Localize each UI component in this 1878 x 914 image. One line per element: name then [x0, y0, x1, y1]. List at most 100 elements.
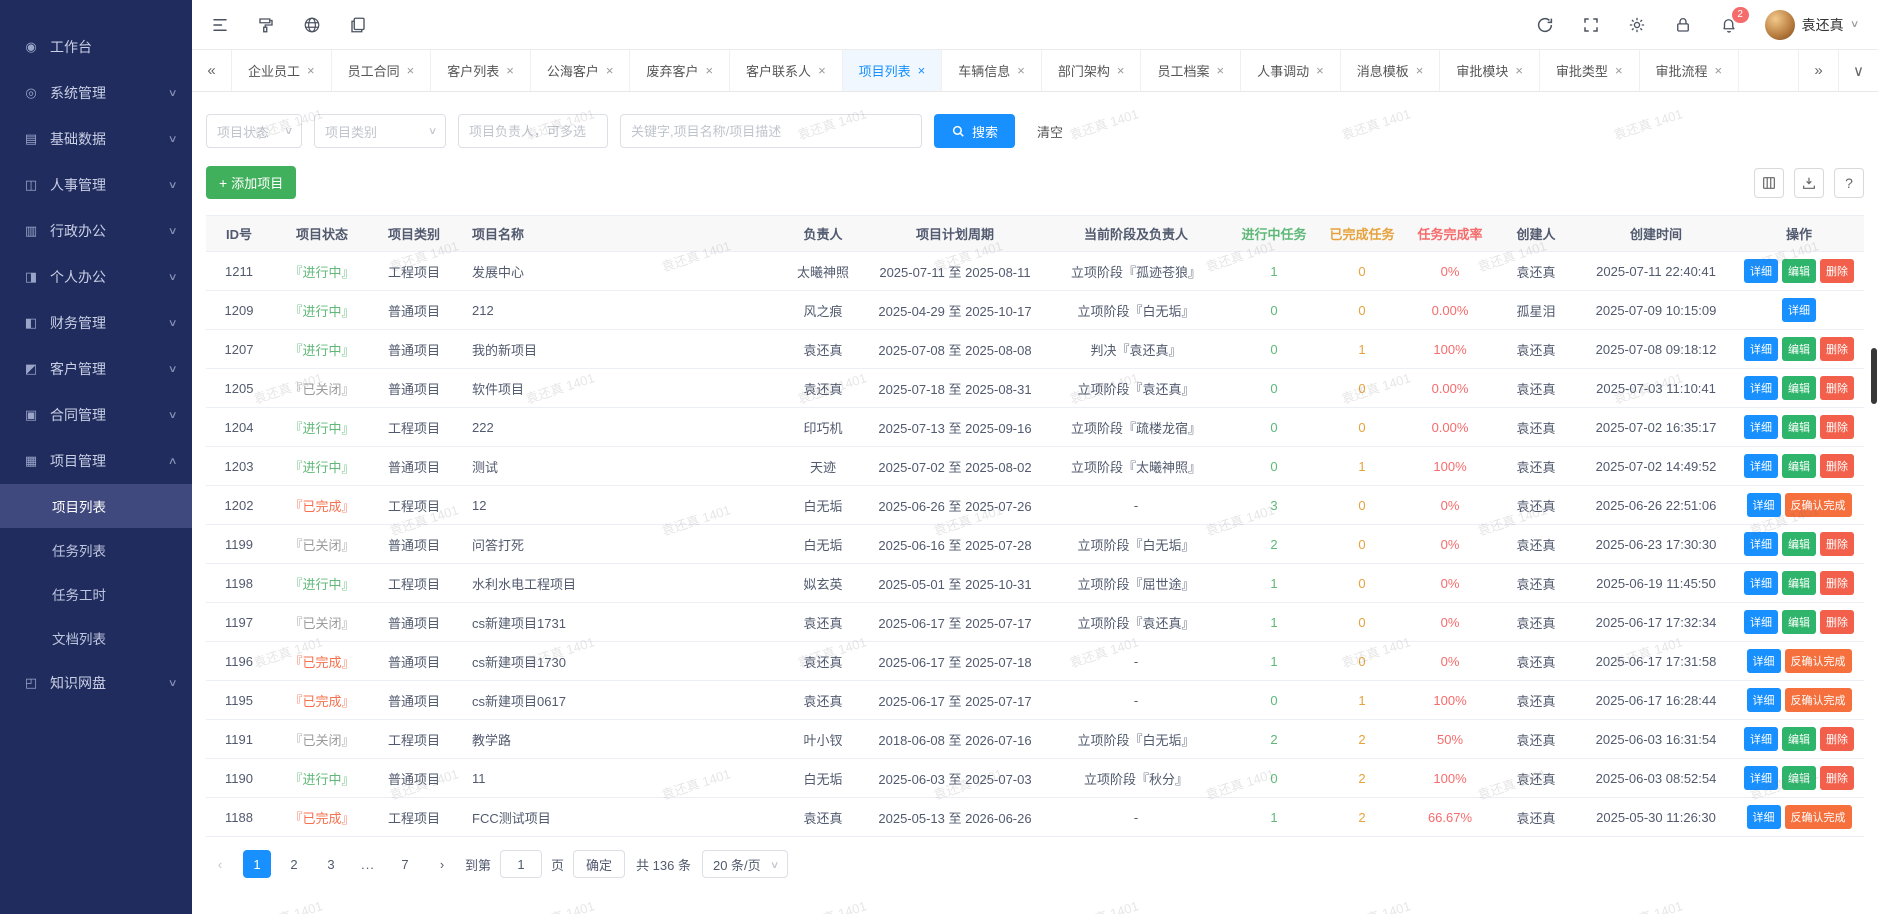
keyword-input[interactable] [620, 114, 922, 148]
action-button[interactable]: 详细 [1744, 727, 1778, 751]
action-button[interactable]: 详细 [1744, 571, 1778, 595]
tabs-scroll-right-icon[interactable]: » [1798, 50, 1838, 91]
sidebar-item[interactable]: ◎ 系统管理 ∨ [0, 70, 192, 116]
column-header[interactable]: 任务完成率 [1406, 216, 1494, 252]
tab-close-icon[interactable]: × [1017, 63, 1025, 78]
tab[interactable]: 审批模块 × [1440, 50, 1540, 91]
tab[interactable]: 废弃客户 × [630, 50, 730, 91]
sidebar-item[interactable]: ◉ 工作台 [0, 24, 192, 70]
tab-close-icon[interactable]: × [918, 63, 926, 78]
tab[interactable]: 消息模板 × [1341, 50, 1441, 91]
action-button[interactable]: 编辑 [1782, 376, 1816, 400]
action-button[interactable]: 详细 [1744, 766, 1778, 790]
help-icon[interactable]: ? [1834, 168, 1864, 198]
action-button[interactable]: 详细 [1744, 259, 1778, 283]
action-button[interactable]: 详细 [1744, 376, 1778, 400]
page-button[interactable]: 3 [317, 850, 345, 878]
tab[interactable]: 人事调动 × [1241, 50, 1341, 91]
action-button[interactable]: 删除 [1820, 766, 1854, 790]
action-button[interactable]: 删除 [1820, 610, 1854, 634]
action-button[interactable]: 删除 [1820, 376, 1854, 400]
tab[interactable]: 部门架构 × [1042, 50, 1142, 91]
action-button[interactable]: 反确认完成 [1785, 493, 1852, 517]
sidebar-item[interactable]: 文档列表 [0, 616, 192, 660]
language-globe-icon[interactable] [302, 15, 322, 35]
project-category-select[interactable]: 项目类别 ∨ [314, 114, 446, 148]
tab-close-icon[interactable]: × [1615, 63, 1623, 78]
column-header[interactable]: 负责人 [778, 216, 868, 252]
sidebar-item[interactable]: ◧ 财务管理 ∨ [0, 300, 192, 346]
tab[interactable]: 项目列表 × [843, 50, 943, 91]
action-button[interactable]: 详细 [1744, 337, 1778, 361]
sidebar-item[interactable]: ◨ 个人办公 ∨ [0, 254, 192, 300]
vertical-scrollbar[interactable] [1870, 0, 1878, 914]
project-status-select[interactable]: 项目状态 ∨ [206, 114, 302, 148]
sidebar-item[interactable]: ◩ 客户管理 ∨ [0, 346, 192, 392]
tab-close-icon[interactable]: × [407, 63, 415, 78]
tab[interactable]: 车辆信息 × [942, 50, 1042, 91]
sidebar-item[interactable]: 任务列表 [0, 528, 192, 572]
action-button[interactable]: 编辑 [1782, 727, 1816, 751]
tab[interactable]: 员工合同 × [332, 50, 432, 91]
scrollbar-thumb[interactable] [1871, 348, 1877, 404]
column-header[interactable]: 操作 [1734, 216, 1864, 252]
column-header[interactable]: 创建人 [1494, 216, 1578, 252]
action-button[interactable]: 删除 [1820, 454, 1854, 478]
tab-close-icon[interactable]: × [818, 63, 826, 78]
table-row[interactable]: 1188 『已完成』 工程项目 FCC测试项目 袁还真 2025-05-13 至… [206, 798, 1864, 837]
page-size-select[interactable]: 20 条/页 ∨ [702, 850, 788, 878]
sidebar-item[interactable]: ▤ 基础数据 ∨ [0, 116, 192, 162]
user-menu[interactable]: 袁还真 ∨ [1765, 10, 1858, 40]
action-button[interactable]: 反确认完成 [1785, 805, 1852, 829]
sidebar-item[interactable]: 项目列表 [0, 484, 192, 528]
page-button[interactable]: ... [354, 850, 382, 878]
column-header[interactable]: ID号 [206, 216, 272, 252]
action-button[interactable]: 删除 [1820, 532, 1854, 556]
settings-gear-icon[interactable] [1627, 15, 1647, 35]
column-header[interactable]: 项目状态 [272, 216, 372, 252]
action-button[interactable]: 编辑 [1782, 454, 1816, 478]
next-page-icon[interactable]: › [428, 850, 456, 878]
prev-page-icon[interactable]: ‹ [206, 850, 234, 878]
docs-icon[interactable] [348, 15, 368, 35]
tab-close-icon[interactable]: × [705, 63, 713, 78]
table-row[interactable]: 1195 『已完成』 普通项目 cs新建项目0617 袁还真 2025-06-1… [206, 681, 1864, 720]
action-button[interactable]: 编辑 [1782, 766, 1816, 790]
page-button[interactable]: 2 [280, 850, 308, 878]
export-icon[interactable] [1794, 168, 1824, 198]
column-header[interactable]: 创建时间 [1578, 216, 1734, 252]
tab-close-icon[interactable]: × [506, 63, 514, 78]
tab[interactable]: 客户联系人 × [730, 50, 843, 91]
table-row[interactable]: 1198 『进行中』 工程项目 水利水电工程项目 姒玄英 2025-05-01 … [206, 564, 1864, 603]
table-row[interactable]: 1202 『已完成』 工程项目 12 白无垢 2025-06-26 至 2025… [206, 486, 1864, 525]
sidebar-item[interactable]: ◰ 知识网盘 ∨ [0, 660, 192, 706]
table-row[interactable]: 1203 『进行中』 普通项目 测试 天迹 2025-07-02 至 2025-… [206, 447, 1864, 486]
refresh-icon[interactable] [1535, 15, 1555, 35]
action-button[interactable]: 详细 [1744, 610, 1778, 634]
search-button[interactable]: 搜索 [934, 114, 1015, 148]
column-header[interactable]: 当前阶段及负责人 [1042, 216, 1230, 252]
action-button[interactable]: 编辑 [1782, 610, 1816, 634]
action-button[interactable]: 编辑 [1782, 532, 1816, 556]
tabs-scroll-left-icon[interactable]: « [192, 50, 232, 91]
action-button[interactable]: 详细 [1747, 688, 1781, 712]
tab-close-icon[interactable]: × [1217, 63, 1225, 78]
action-button[interactable]: 详细 [1747, 805, 1781, 829]
tab[interactable]: 审批类型 × [1540, 50, 1640, 91]
clear-button[interactable]: 清空 [1037, 122, 1063, 141]
table-row[interactable]: 1204 『进行中』 工程项目 222 印巧机 2025-07-13 至 202… [206, 408, 1864, 447]
sidebar-item[interactable]: ▣ 合同管理 ∨ [0, 392, 192, 438]
page-button[interactable]: 1 [243, 850, 271, 878]
action-button[interactable]: 详细 [1782, 298, 1816, 322]
table-row[interactable]: 1205 『已关闭』 普通项目 软件项目 袁还真 2025-07-18 至 20… [206, 369, 1864, 408]
sidebar-item[interactable]: ◫ 人事管理 ∨ [0, 162, 192, 208]
lock-icon[interactable] [1673, 15, 1693, 35]
action-button[interactable]: 详细 [1744, 415, 1778, 439]
table-row[interactable]: 1190 『进行中』 普通项目 11 白无垢 2025-06-03 至 2025… [206, 759, 1864, 798]
tab[interactable]: 客户列表 × [431, 50, 531, 91]
tab[interactable]: 员工档案 × [1141, 50, 1241, 91]
action-button[interactable]: 编辑 [1782, 337, 1816, 361]
sidebar-item[interactable]: ▦ 项目管理 ∧ [0, 438, 192, 484]
column-header[interactable]: 已完成任务 [1318, 216, 1406, 252]
bell-icon[interactable]: 2 [1719, 15, 1739, 35]
